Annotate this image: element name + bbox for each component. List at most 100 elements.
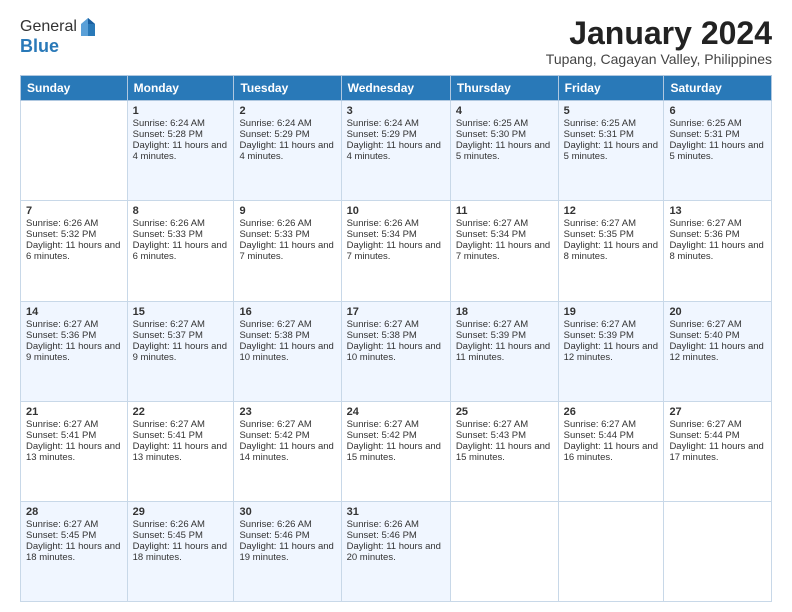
sunset-text: Sunset: 5:42 PM xyxy=(347,430,445,441)
day-number: 6 xyxy=(669,105,766,117)
daylight-text: Daylight: 11 hours and 10 minutes. xyxy=(239,341,335,363)
calendar-cell: 7Sunrise: 6:26 AMSunset: 5:32 PMDaylight… xyxy=(21,201,128,301)
day-number: 18 xyxy=(456,306,553,318)
day-number: 12 xyxy=(564,205,659,217)
sunrise-text: Sunrise: 6:27 AM xyxy=(133,319,229,330)
day-number: 31 xyxy=(347,506,445,518)
daylight-text: Daylight: 11 hours and 10 minutes. xyxy=(347,341,445,363)
day-number: 14 xyxy=(26,306,122,318)
sunrise-text: Sunrise: 6:27 AM xyxy=(26,319,122,330)
day-number: 23 xyxy=(239,406,335,418)
calendar-cell: 8Sunrise: 6:26 AMSunset: 5:33 PMDaylight… xyxy=(127,201,234,301)
sunset-text: Sunset: 5:45 PM xyxy=(133,530,229,541)
location: Tupang, Cagayan Valley, Philippines xyxy=(546,51,772,67)
logo-blue-text: Blue xyxy=(20,36,97,57)
col-saturday: Saturday xyxy=(664,76,772,101)
sunrise-text: Sunrise: 6:27 AM xyxy=(456,218,553,229)
col-monday: Monday xyxy=(127,76,234,101)
col-thursday: Thursday xyxy=(450,76,558,101)
day-number: 28 xyxy=(26,506,122,518)
sunrise-text: Sunrise: 6:27 AM xyxy=(669,218,766,229)
calendar-cell: 31Sunrise: 6:26 AMSunset: 5:46 PMDayligh… xyxy=(341,501,450,601)
day-number: 26 xyxy=(564,406,659,418)
calendar-cell xyxy=(21,101,128,201)
daylight-text: Daylight: 11 hours and 5 minutes. xyxy=(669,140,766,162)
sunrise-text: Sunrise: 6:27 AM xyxy=(669,319,766,330)
sunset-text: Sunset: 5:28 PM xyxy=(133,129,229,140)
calendar-week-row: 14Sunrise: 6:27 AMSunset: 5:36 PMDayligh… xyxy=(21,301,772,401)
day-number: 2 xyxy=(239,105,335,117)
sunset-text: Sunset: 5:36 PM xyxy=(669,229,766,240)
sunrise-text: Sunrise: 6:27 AM xyxy=(239,319,335,330)
daylight-text: Daylight: 11 hours and 9 minutes. xyxy=(133,341,229,363)
daylight-text: Daylight: 11 hours and 8 minutes. xyxy=(564,240,659,262)
day-number: 29 xyxy=(133,506,229,518)
sunrise-text: Sunrise: 6:26 AM xyxy=(239,218,335,229)
daylight-text: Daylight: 11 hours and 20 minutes. xyxy=(347,541,445,563)
calendar-cell: 15Sunrise: 6:27 AMSunset: 5:37 PMDayligh… xyxy=(127,301,234,401)
sunrise-text: Sunrise: 6:27 AM xyxy=(564,419,659,430)
sunset-text: Sunset: 5:38 PM xyxy=(347,330,445,341)
calendar-cell: 1Sunrise: 6:24 AMSunset: 5:28 PMDaylight… xyxy=(127,101,234,201)
daylight-text: Daylight: 11 hours and 18 minutes. xyxy=(133,541,229,563)
daylight-text: Daylight: 11 hours and 13 minutes. xyxy=(26,441,122,463)
sunset-text: Sunset: 5:42 PM xyxy=(239,430,335,441)
calendar-table: Sunday Monday Tuesday Wednesday Thursday… xyxy=(20,75,772,602)
sunset-text: Sunset: 5:30 PM xyxy=(456,129,553,140)
daylight-text: Daylight: 11 hours and 13 minutes. xyxy=(133,441,229,463)
calendar-cell: 22Sunrise: 6:27 AMSunset: 5:41 PMDayligh… xyxy=(127,401,234,501)
daylight-text: Daylight: 11 hours and 7 minutes. xyxy=(347,240,445,262)
calendar-cell: 26Sunrise: 6:27 AMSunset: 5:44 PMDayligh… xyxy=(558,401,664,501)
calendar-cell: 4Sunrise: 6:25 AMSunset: 5:30 PMDaylight… xyxy=(450,101,558,201)
calendar-cell: 21Sunrise: 6:27 AMSunset: 5:41 PMDayligh… xyxy=(21,401,128,501)
sunrise-text: Sunrise: 6:25 AM xyxy=(564,118,659,129)
sunset-text: Sunset: 5:33 PM xyxy=(133,229,229,240)
sunrise-text: Sunrise: 6:25 AM xyxy=(669,118,766,129)
sunrise-text: Sunrise: 6:25 AM xyxy=(456,118,553,129)
sunset-text: Sunset: 5:34 PM xyxy=(456,229,553,240)
calendar-cell: 18Sunrise: 6:27 AMSunset: 5:39 PMDayligh… xyxy=(450,301,558,401)
sunrise-text: Sunrise: 6:27 AM xyxy=(133,419,229,430)
daylight-text: Daylight: 11 hours and 11 minutes. xyxy=(456,341,553,363)
day-number: 13 xyxy=(669,205,766,217)
sunrise-text: Sunrise: 6:26 AM xyxy=(347,519,445,530)
day-number: 4 xyxy=(456,105,553,117)
day-number: 24 xyxy=(347,406,445,418)
day-number: 21 xyxy=(26,406,122,418)
daylight-text: Daylight: 11 hours and 4 minutes. xyxy=(347,140,445,162)
day-number: 22 xyxy=(133,406,229,418)
sunrise-text: Sunrise: 6:27 AM xyxy=(456,319,553,330)
sunset-text: Sunset: 5:45 PM xyxy=(26,530,122,541)
calendar-cell: 23Sunrise: 6:27 AMSunset: 5:42 PMDayligh… xyxy=(234,401,341,501)
calendar-cell: 3Sunrise: 6:24 AMSunset: 5:29 PMDaylight… xyxy=(341,101,450,201)
sunset-text: Sunset: 5:41 PM xyxy=(26,430,122,441)
daylight-text: Daylight: 11 hours and 15 minutes. xyxy=(347,441,445,463)
calendar-cell: 30Sunrise: 6:26 AMSunset: 5:46 PMDayligh… xyxy=(234,501,341,601)
day-number: 15 xyxy=(133,306,229,318)
calendar-cell: 28Sunrise: 6:27 AMSunset: 5:45 PMDayligh… xyxy=(21,501,128,601)
sunset-text: Sunset: 5:31 PM xyxy=(564,129,659,140)
calendar-cell: 13Sunrise: 6:27 AMSunset: 5:36 PMDayligh… xyxy=(664,201,772,301)
daylight-text: Daylight: 11 hours and 18 minutes. xyxy=(26,541,122,563)
day-number: 17 xyxy=(347,306,445,318)
sunset-text: Sunset: 5:44 PM xyxy=(564,430,659,441)
calendar-cell: 6Sunrise: 6:25 AMSunset: 5:31 PMDaylight… xyxy=(664,101,772,201)
calendar-cell: 17Sunrise: 6:27 AMSunset: 5:38 PMDayligh… xyxy=(341,301,450,401)
calendar-cell: 2Sunrise: 6:24 AMSunset: 5:29 PMDaylight… xyxy=(234,101,341,201)
day-number: 11 xyxy=(456,205,553,217)
sunrise-text: Sunrise: 6:27 AM xyxy=(456,419,553,430)
daylight-text: Daylight: 11 hours and 5 minutes. xyxy=(456,140,553,162)
daylight-text: Daylight: 11 hours and 12 minutes. xyxy=(564,341,659,363)
day-number: 7 xyxy=(26,205,122,217)
sunset-text: Sunset: 5:39 PM xyxy=(456,330,553,341)
calendar-cell xyxy=(558,501,664,601)
calendar-cell: 27Sunrise: 6:27 AMSunset: 5:44 PMDayligh… xyxy=(664,401,772,501)
daylight-text: Daylight: 11 hours and 9 minutes. xyxy=(26,341,122,363)
sunset-text: Sunset: 5:29 PM xyxy=(347,129,445,140)
calendar-cell: 20Sunrise: 6:27 AMSunset: 5:40 PMDayligh… xyxy=(664,301,772,401)
day-number: 8 xyxy=(133,205,229,217)
calendar-cell: 10Sunrise: 6:26 AMSunset: 5:34 PMDayligh… xyxy=(341,201,450,301)
day-number: 3 xyxy=(347,105,445,117)
sunset-text: Sunset: 5:31 PM xyxy=(669,129,766,140)
sunrise-text: Sunrise: 6:26 AM xyxy=(26,218,122,229)
